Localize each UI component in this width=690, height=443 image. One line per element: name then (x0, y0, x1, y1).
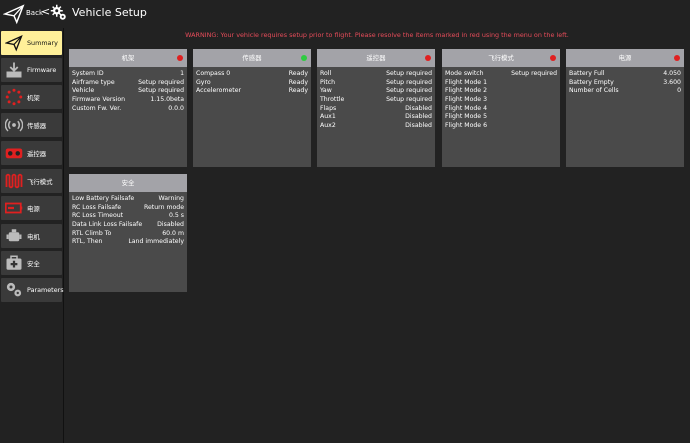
sidebar-item-label: 传感器 (27, 122, 47, 130)
card-row: Flight Mode 6 (445, 122, 488, 130)
radio-icon (5, 148, 23, 159)
gear-icon (50, 4, 66, 20)
status-error-icon (425, 55, 431, 61)
sidebar-item-motors[interactable]: 电机 (1, 224, 62, 248)
sensor-icon (5, 118, 23, 132)
card-row: System ID 1 (72, 70, 184, 77)
sidebar-item-label: 飞行模式 (27, 178, 53, 186)
card-header: 机架 (69, 49, 187, 67)
flight-modes-card[interactable]: 飞行模式 Mode switch Setup required Flight Mo… (442, 49, 560, 167)
card-row: Flight Mode 5 (445, 113, 488, 121)
status-error-icon (177, 55, 183, 61)
card-row: RC Loss Timeout 0.5 s (72, 212, 184, 220)
airframe-icon (5, 88, 23, 106)
setup-warning: WARNING: Your vehicle requires setup pri… (185, 31, 569, 39)
card-header: 传感器 (193, 49, 311, 67)
card-row: Flight Mode 3 (445, 96, 488, 104)
safety-icon (6, 255, 22, 270)
card-header: 飞行模式 (442, 49, 560, 67)
card-row: Pitch Setup required (320, 78, 432, 86)
card-row: Accelerometer Ready (196, 87, 308, 95)
card-title: 传感器 (242, 54, 262, 62)
card-row: Custom Fw. Ver. 0.0.0 (72, 104, 184, 112)
airframe-card[interactable]: 机架 System ID 1 Airframe type Setup require… (69, 49, 187, 167)
card-row: Number of Cells 0 (569, 87, 681, 95)
card-row: Flaps Disabled (320, 104, 432, 112)
sidebar-item-label: Parameters (27, 286, 64, 294)
status-ok-icon (301, 55, 307, 61)
motor-icon (6, 229, 22, 242)
chevron-left-icon[interactable]: < (41, 5, 50, 18)
safety-card[interactable]: 安全 Low Battery Failsafe Warning RC Loss F… (69, 174, 187, 292)
card-title: 电源 (618, 54, 632, 62)
card-row: Vehicle Setup required (72, 87, 184, 95)
sidebar-item-parameters[interactable]: Parameters (1, 278, 64, 302)
sidebar-item-flight-modes[interactable]: 飞行模式 (1, 169, 62, 193)
card-row: Aux2 Disabled (320, 122, 432, 130)
status-error-icon (550, 55, 556, 61)
card-row: Mode switch Setup required (445, 70, 557, 77)
card-row: Low Battery Failsafe Warning (72, 195, 184, 202)
card-header: 安全 (69, 174, 187, 192)
gears-icon (6, 282, 22, 297)
card-row: Flight Mode 1 (445, 78, 488, 86)
sidebar-divider (63, 28, 64, 443)
sidebar-item-label: Summary (27, 39, 58, 47)
card-row: Battery Full 4.050 (569, 70, 681, 77)
top-bar: Back < Vehicle Setup (0, 0, 690, 28)
card-row: Airframe type Setup required (72, 78, 184, 86)
card-row: Aux1 Disabled (320, 113, 432, 121)
card-title: 机架 (121, 54, 135, 62)
sidebar-item-airframe[interactable]: 机架 (1, 85, 62, 109)
paper-plane-icon (5, 34, 23, 52)
card-title: 飞行模式 (488, 54, 514, 62)
card-header: 遥控器 (317, 49, 435, 67)
sidebar-item-label: 机架 (27, 94, 40, 102)
sidebar-item-firmware[interactable]: Firmware (1, 58, 62, 82)
card-row: RC Loss Failsafe Return mode (72, 203, 184, 211)
sidebar-item-summary[interactable]: Summary (1, 31, 62, 55)
sidebar-item-label: 遥控器 (27, 150, 47, 158)
card-header: 电源 (566, 49, 684, 67)
sidebar-item-power[interactable]: 电源 (1, 196, 62, 220)
sensors-card[interactable]: 传感器 Compass 0 Ready Gyro Ready Acceleromet… (193, 49, 311, 167)
paper-plane-icon[interactable] (3, 3, 25, 25)
sidebar-item-label: Firmware (27, 66, 57, 74)
card-row: Firmware Version 1.15.0beta (72, 96, 184, 104)
download-icon (6, 62, 22, 78)
page-title: Vehicle Setup (72, 6, 147, 19)
sidebar-item-label: 电机 (27, 233, 40, 241)
card-row: Flight Mode 4 (445, 104, 488, 112)
card-row: Flight Mode 2 (445, 87, 488, 95)
card-row: Battery Empty 3.600 (569, 78, 681, 86)
sidebar-item-safety[interactable]: 安全 (1, 251, 62, 275)
sidebar-item-label: 安全 (27, 260, 40, 268)
card-row: Roll Setup required (320, 70, 432, 77)
card-row: Compass 0 Ready (196, 70, 308, 77)
sidebar-item-label: 电源 (27, 205, 40, 213)
card-title: 遥控器 (366, 54, 386, 62)
card-row: Gyro Ready (196, 78, 308, 86)
card-row: Data Link Loss Failsafe Disabled (72, 221, 184, 229)
status-error-icon (674, 55, 680, 61)
flight-mode-icon (5, 173, 23, 189)
card-row: Throttle Setup required (320, 96, 432, 104)
card-row: RTL, Then Land immediately (72, 238, 184, 246)
sidebar-item-radio[interactable]: 遥控器 (1, 141, 62, 165)
radio-card[interactable]: 遥控器 Roll Setup required Pitch Setup requir… (317, 49, 435, 167)
battery-icon (5, 202, 23, 214)
card-row: RTL Climb To 60.0 m (72, 229, 184, 237)
power-card[interactable]: 电源 Battery Full 4.050 Battery Empty 3.600 … (566, 49, 684, 167)
sidebar-item-sensors[interactable]: 传感器 (1, 113, 62, 137)
card-row: Yaw Setup required (320, 87, 432, 95)
card-title: 安全 (121, 179, 135, 187)
